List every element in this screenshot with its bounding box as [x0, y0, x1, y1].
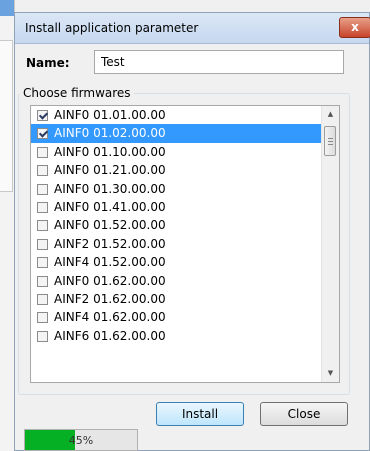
background-window-titlebar: [0, 0, 14, 16]
name-input[interactable]: [94, 50, 344, 74]
unchecked-checkbox[interactable]: [37, 183, 48, 195]
progress-text: 45%: [68, 434, 94, 447]
firmware-list-item[interactable]: AINF2 01.52.00.00: [31, 235, 339, 253]
firmware-label: AINF2 01.62.00.00: [54, 291, 166, 306]
unchecked-checkbox[interactable]: [37, 330, 48, 342]
unchecked-checkbox[interactable]: [37, 165, 48, 177]
firmware-listbox[interactable]: AINF0 01.01.00.00 AINF0 01.02.00.00 AINF0 …: [30, 105, 340, 383]
listbox-scrollbar[interactable]: ▲ ▼: [321, 106, 339, 382]
dialog-title: Install application parameter: [25, 21, 199, 35]
unchecked-checkbox[interactable]: [37, 201, 48, 213]
unchecked-checkbox[interactable]: [37, 312, 48, 324]
unchecked-checkbox[interactable]: [37, 238, 48, 250]
firmware-label: AINF4 01.62.00.00: [54, 310, 166, 325]
firmware-list-item[interactable]: AINF4 01.62.00.00: [31, 308, 339, 326]
grip-line: [328, 144, 333, 145]
unchecked-checkbox[interactable]: [37, 220, 48, 232]
firmware-list-item[interactable]: AINF6 01.62.00.00: [31, 327, 339, 345]
firmware-label: AINF0 01.30.00.00: [54, 181, 166, 196]
firmware-list-item[interactable]: AINF0 01.01.00.00: [31, 106, 339, 124]
firmware-label: AINF0 01.41.00.00: [54, 199, 166, 214]
firmware-list: AINF0 01.01.00.00 AINF0 01.02.00.00 AINF0 …: [31, 106, 339, 345]
install-button[interactable]: Install: [156, 402, 244, 426]
firmware-label: AINF4 01.52.00.00: [54, 255, 166, 270]
name-label: Name:: [26, 56, 70, 70]
firmware-list-item[interactable]: AINF0 01.52.00.00: [31, 216, 339, 234]
scroll-up-icon[interactable]: ▲: [322, 106, 339, 123]
firmware-label: AINF6 01.62.00.00: [54, 328, 166, 343]
dialog-titlebar[interactable]: Install application parameter x: [15, 13, 370, 44]
close-button[interactable]: Close: [260, 402, 348, 426]
checked-checkbox[interactable]: [37, 110, 48, 121]
unchecked-checkbox[interactable]: [37, 257, 48, 269]
firmware-group-label: Choose firmwares: [20, 86, 134, 100]
progress-bar: 45%: [24, 429, 138, 451]
firmware-list-item[interactable]: AINF0 01.41.00.00: [31, 198, 339, 216]
unchecked-checkbox[interactable]: [37, 275, 48, 287]
firmware-label: AINF0 01.21.00.00: [54, 163, 166, 178]
firmware-list-item[interactable]: AINF0 01.21.00.00: [31, 161, 339, 179]
firmware-list-item[interactable]: AINF0 01.62.00.00: [31, 272, 339, 290]
firmware-label: AINF0 01.62.00.00: [54, 273, 166, 288]
firmware-label: AINF0 01.01.00.00: [54, 108, 166, 122]
grip-line: [328, 138, 333, 139]
firmware-list-item[interactable]: AINF2 01.62.00.00: [31, 290, 339, 308]
close-icon[interactable]: x: [339, 17, 370, 38]
firmware-label: AINF0 01.10.00.00: [54, 144, 166, 159]
scrollbar-thumb[interactable]: [324, 126, 336, 156]
background-window-panel: [0, 40, 13, 192]
background-window: [0, 0, 15, 451]
checked-checkbox[interactable]: [37, 128, 48, 140]
grip-line: [328, 141, 333, 142]
firmware-list-item[interactable]: AINF0 01.02.00.00: [31, 124, 339, 143]
firmware-label: AINF0 01.52.00.00: [54, 218, 166, 233]
firmware-label: AINF0 01.02.00.00: [54, 126, 166, 141]
firmware-list-item[interactable]: AINF4 01.52.00.00: [31, 253, 339, 271]
unchecked-checkbox[interactable]: [37, 146, 48, 158]
unchecked-checkbox[interactable]: [37, 293, 48, 305]
scroll-down-icon[interactable]: ▼: [322, 365, 339, 382]
firmware-label: AINF2 01.52.00.00: [54, 236, 166, 251]
firmware-list-item[interactable]: AINF0 01.30.00.00: [31, 180, 339, 198]
firmware-list-item[interactable]: AINF0 01.10.00.00: [31, 143, 339, 161]
